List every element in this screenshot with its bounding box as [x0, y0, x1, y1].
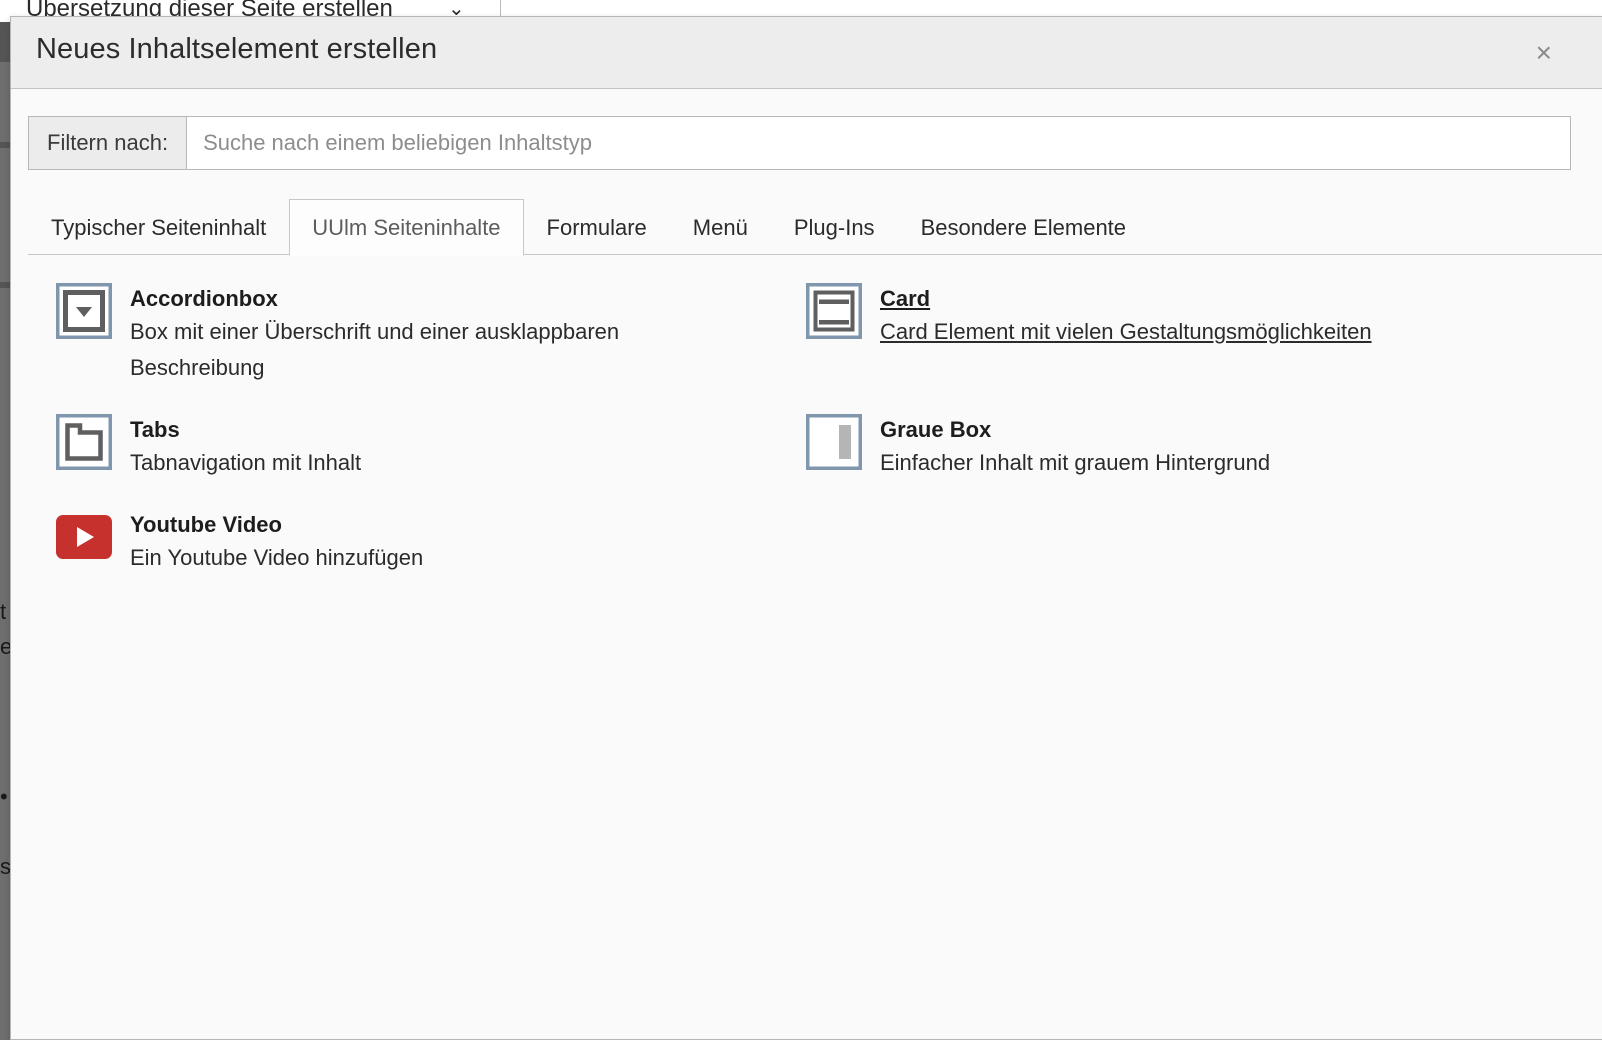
content-element-item[interactable]: Youtube Video Ein Youtube Video hinzufüge…: [11, 495, 761, 590]
tab-besondere-elemente[interactable]: Besondere Elemente: [898, 199, 1149, 255]
modal-title: Neues Inhaltselement erstellen: [36, 33, 438, 65]
tab-bar-underline: [28, 254, 1602, 255]
tab-formulare[interactable]: Formulare: [524, 199, 670, 255]
tab-typischer-seiteninhalt[interactable]: Typischer Seiteninhalt: [28, 199, 289, 255]
content-element-description: Card Element mit vielen Gestaltungsmögli…: [880, 319, 1372, 344]
content-element-name: Accordionbox: [130, 286, 278, 311]
card-icon: [806, 283, 862, 339]
content-element-description: Box mit einer Überschrift und einer ausk…: [130, 319, 620, 380]
content-element-text: Youtube Video Ein Youtube Video hinzufüge…: [130, 509, 423, 576]
content-element-item[interactable]: Graue Box Einfacher Inhalt mit grauem Hin…: [761, 400, 1511, 495]
content-element-description: Ein Youtube Video hinzufügen: [130, 545, 424, 570]
modal-header: Neues Inhaltselement erstellen ×: [11, 17, 1602, 89]
tabs-icon: [56, 414, 112, 470]
content-element-item[interactable]: Card Card Element mit vielen Gestaltungsm…: [761, 269, 1511, 400]
new-content-element-modal: Neues Inhaltselement erstellen × Filtern…: [10, 16, 1602, 1040]
tab-uulm-seiteninhalte[interactable]: UUlm Seiteninhalte: [289, 199, 524, 256]
modal-body: Filtern nach: Typischer SeiteninhaltUUlm…: [11, 89, 1602, 1039]
content-element-description: Einfacher Inhalt mit grauem Hintergrund: [880, 450, 1271, 475]
content-element-text: Tabs Tabnavigation mit Inhalt: [130, 414, 361, 481]
background-left-strip: t e • s: [0, 22, 10, 1040]
content-element-name: Tabs: [130, 417, 180, 442]
filter-prefix-label: Filtern nach:: [28, 116, 187, 170]
tab-men[interactable]: Menü: [670, 199, 771, 255]
content-element-item[interactable]: Accordionbox Box mit einer Überschrift un…: [11, 269, 761, 400]
content-element-text: Accordionbox Box mit einer Überschrift un…: [130, 283, 750, 386]
content-element-description: Tabnavigation mit Inhalt: [130, 450, 362, 475]
youtube-icon: [56, 509, 112, 565]
grey-box-icon: [806, 414, 862, 470]
filter-row: Filtern nach:: [28, 116, 1571, 170]
close-icon[interactable]: ×: [1536, 39, 1552, 67]
youtube-icon: [56, 515, 112, 559]
content-element-text: Graue Box Einfacher Inhalt mit grauem Hin…: [880, 414, 1270, 481]
tab-bar: Typischer Seiteninhalt UUlm Seiteninhalte…: [28, 199, 1602, 256]
content-element-name: Card: [880, 286, 931, 311]
accordion-icon: [56, 283, 112, 339]
content-element-name: Youtube Video: [130, 512, 282, 537]
tab-plug-ins[interactable]: Plug-Ins: [771, 199, 898, 255]
content-element-item[interactable]: Tabs Tabnavigation mit Inhalt: [11, 400, 761, 495]
search-input[interactable]: [186, 116, 1571, 170]
content-element-name: Graue Box: [880, 417, 992, 442]
page-root: Übersetzung dieser Seite erstellen ⌄ t e…: [0, 0, 1602, 1040]
content-element-list: Accordionbox Box mit einer Überschrift un…: [11, 269, 1602, 590]
content-element-text: Card Card Element mit vielen Gestaltungsm…: [880, 283, 1372, 386]
